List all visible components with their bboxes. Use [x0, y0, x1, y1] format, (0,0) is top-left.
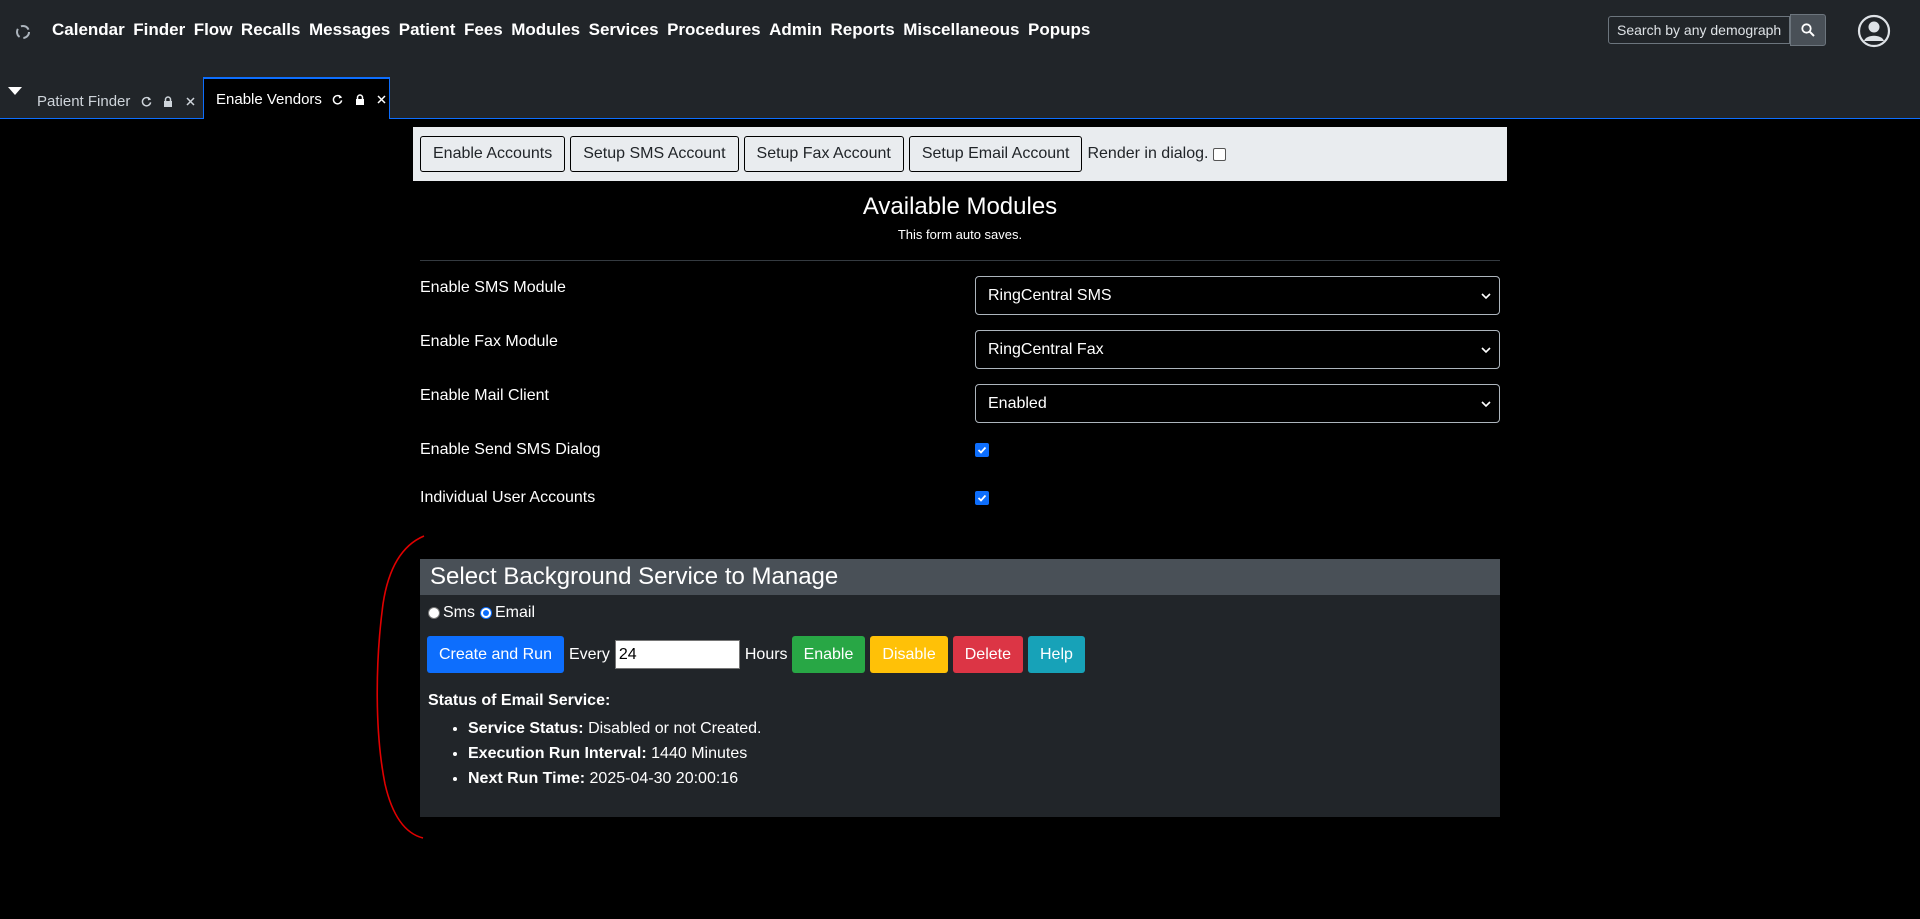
create-and-run-button[interactable]: Create and Run [427, 636, 564, 673]
delete-service-button[interactable]: Delete [952, 636, 1023, 673]
chevron-down-icon [1481, 401, 1491, 408]
divider [420, 260, 1500, 261]
fax-module-select[interactable]: RingCentral Fax [975, 330, 1500, 369]
menu-recalls[interactable]: Recalls [241, 20, 301, 40]
patient-search [1608, 14, 1826, 46]
send-sms-dialog-label: Enable Send SMS Dialog [420, 441, 601, 458]
interval-hours-input[interactable] [614, 640, 740, 669]
status-value: 2025-04-30 20:00:16 [589, 770, 739, 787]
tab-patient-finder[interactable]: Patient Finder [25, 84, 196, 119]
menu-reports[interactable]: Reports [831, 20, 895, 40]
refresh-icon[interactable] [140, 96, 152, 108]
status-value: 1440 Minutes [651, 745, 748, 762]
setup-sms-account-button[interactable]: Setup SMS Account [570, 136, 739, 172]
annotation-bracket [376, 535, 425, 839]
status-label: Service Status: [468, 720, 584, 737]
render-in-dialog-label: Render in dialog. [1087, 145, 1209, 162]
background-service-panel: Select Background Service to Manage Sms … [420, 559, 1500, 817]
checkmark-icon [977, 446, 987, 454]
list-item: Next Run Time: 2025-04-30 20:00:16 [468, 766, 762, 791]
setup-email-account-button[interactable]: Setup Email Account [908, 136, 1083, 172]
menu-finder[interactable]: Finder [133, 20, 185, 40]
render-in-dialog-checkbox[interactable] [1213, 147, 1227, 161]
setup-fax-account-button[interactable]: Setup Fax Account [743, 136, 904, 172]
list-item: Execution Run Interval: 1440 Minutes [468, 741, 762, 766]
autosave-note: This form auto saves. [897, 227, 1023, 242]
search-button[interactable] [1790, 14, 1826, 46]
select-value: RingCentral Fax [988, 340, 1104, 358]
hours-label: Hours [744, 645, 788, 663]
modules-title: Available Modules [862, 193, 1058, 220]
tab-label[interactable]: Patient Finder [37, 93, 130, 110]
user-avatar-icon[interactable] [1857, 14, 1891, 48]
menu-modules[interactable]: Modules [511, 20, 580, 40]
mail-client-label: Enable Mail Client [420, 387, 549, 404]
menu-messages[interactable]: Messages [309, 20, 390, 40]
status-value: Disabled or not Created. [588, 720, 762, 737]
sms-module-label: Enable SMS Module [420, 279, 566, 296]
sms-radio-label[interactable]: Sms [443, 604, 475, 622]
lock-icon[interactable] [162, 96, 174, 108]
search-input[interactable] [1608, 16, 1790, 44]
mail-client-select[interactable]: Enabled [975, 384, 1500, 423]
help-button[interactable]: Help [1028, 636, 1085, 673]
service-type-radio-group: Sms Email [428, 604, 535, 622]
vendor-toolbar: Enable Accounts Setup SMS Account Setup … [413, 127, 1507, 181]
service-status-title: Status of Email Service: [428, 692, 611, 709]
menu-miscellaneous[interactable]: Miscellaneous [903, 20, 1019, 40]
close-icon[interactable] [376, 93, 388, 105]
chevron-down-icon [1481, 347, 1491, 354]
enable-accounts-button[interactable]: Enable Accounts [420, 136, 566, 172]
menu-popups[interactable]: Popups [1028, 20, 1090, 40]
status-label: Execution Run Interval: [468, 745, 647, 762]
menu-calendar[interactable]: Calendar [52, 20, 125, 40]
lock-icon[interactable] [354, 93, 366, 105]
top-navbar: Calendar Finder Flow Recalls Messages Pa… [0, 0, 1920, 62]
menu-flow[interactable]: Flow [194, 20, 233, 40]
tab-enable-vendors[interactable]: Enable Vendors [203, 77, 390, 119]
individual-user-accounts-checkbox[interactable] [975, 491, 989, 505]
enable-service-button[interactable]: Enable [791, 636, 866, 673]
background-service-title: Select Background Service to Manage [420, 559, 1500, 595]
disable-service-button[interactable]: Disable [870, 636, 948, 673]
checkmark-icon [977, 494, 987, 502]
menu-admin[interactable]: Admin [769, 20, 822, 40]
close-icon[interactable] [184, 96, 196, 108]
sms-radio[interactable] [428, 607, 440, 619]
sms-module-select[interactable]: RingCentral SMS [975, 276, 1500, 315]
chevron-down-icon [1481, 293, 1491, 300]
service-controls: Create and Run Every Hours Enable Disabl… [427, 636, 1090, 673]
tab-label[interactable]: Enable Vendors [216, 91, 322, 108]
tab-menu-caret-icon[interactable] [8, 86, 22, 96]
menu-fees[interactable]: Fees [464, 20, 503, 40]
menu-services[interactable]: Services [589, 20, 659, 40]
logo-icon[interactable] [14, 23, 32, 41]
search-icon [1801, 23, 1815, 37]
send-sms-dialog-checkbox[interactable] [975, 443, 989, 457]
individual-user-accounts-label: Individual User Accounts [420, 489, 596, 506]
every-label: Every [568, 645, 610, 663]
fax-module-label: Enable Fax Module [420, 333, 558, 350]
tab-bar: Patient Finder Enable Vendors [0, 62, 1920, 119]
menu-procedures[interactable]: Procedures [667, 20, 761, 40]
email-radio-label[interactable]: Email [495, 604, 535, 622]
email-radio[interactable] [480, 607, 492, 619]
main-menu: Calendar Finder Flow Recalls Messages Pa… [52, 20, 1099, 40]
status-label: Next Run Time: [468, 770, 586, 787]
menu-patient[interactable]: Patient [399, 20, 456, 40]
select-value: RingCentral SMS [988, 286, 1112, 304]
service-status-list: Service Status: Disabled or not Created.… [440, 716, 762, 791]
select-value: Enabled [988, 394, 1047, 412]
refresh-icon[interactable] [332, 93, 344, 105]
list-item: Service Status: Disabled or not Created. [468, 716, 762, 741]
